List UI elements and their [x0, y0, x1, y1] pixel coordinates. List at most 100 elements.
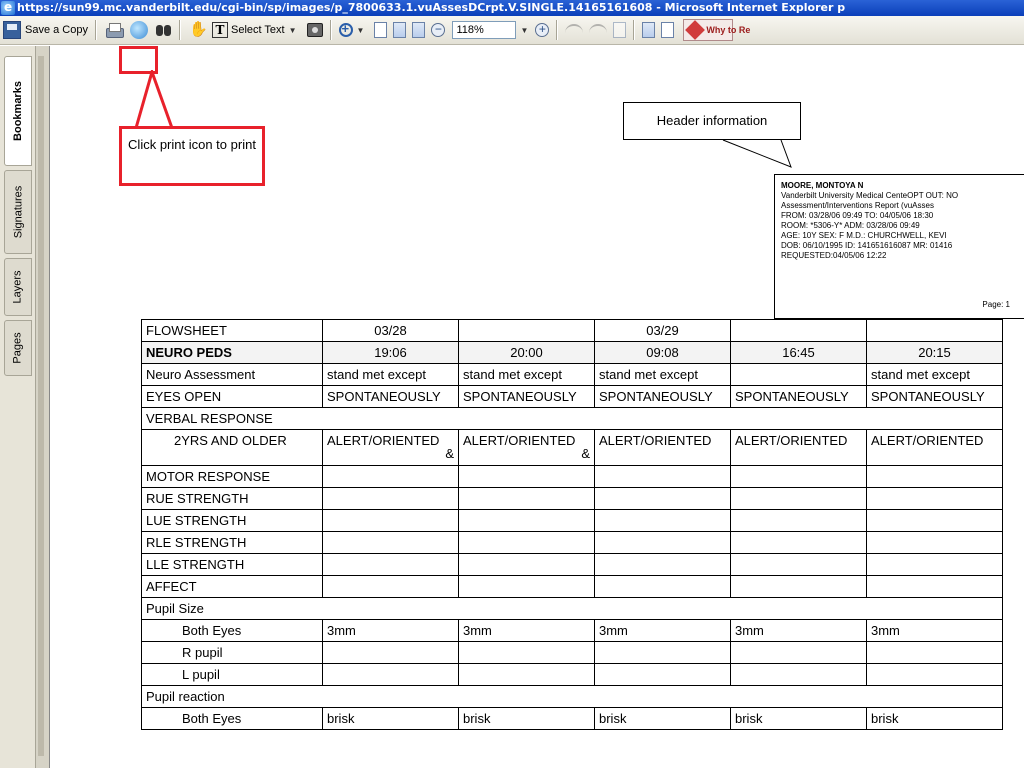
- tab-bookmarks[interactable]: Bookmarks: [4, 56, 32, 166]
- hand-tool-button[interactable]: [185, 19, 209, 41]
- tab-layers[interactable]: Layers: [4, 258, 32, 316]
- dropdown-arrow-icon[interactable]: ▼: [289, 26, 297, 35]
- page-icon: [374, 22, 388, 38]
- table-cell: SPONTANEOUSLY: [458, 385, 595, 408]
- table-cell: 3mm: [594, 619, 731, 642]
- table-cell: [866, 487, 1003, 510]
- dropdown-arrow-icon[interactable]: ▼: [357, 26, 365, 35]
- tab-bookmarks-label: Bookmarks: [12, 81, 25, 141]
- date-cell: [458, 319, 595, 342]
- table-cell: ALERT/ORIENTED: [866, 429, 1003, 466]
- table-cell: stand met except: [866, 363, 1003, 386]
- zoom-plus-button[interactable]: +: [532, 19, 552, 41]
- zoom-dropdown-arrow-icon[interactable]: ▼: [520, 26, 528, 35]
- pages-icon: [642, 22, 656, 38]
- row-label: RLE STRENGTH: [141, 531, 323, 554]
- table-cell: stand met except: [322, 363, 459, 386]
- table-row: Both Eyes 3mm 3mm 3mm 3mm 3mm: [141, 619, 1003, 642]
- tab-signatures[interactable]: Signatures: [4, 170, 32, 254]
- time-cell: 19:06: [322, 341, 459, 364]
- row-label: R pupil: [141, 641, 323, 664]
- date-cell: [866, 319, 1003, 342]
- date-cell: 03/28: [322, 319, 459, 342]
- table-cell: SPONTANEOUSLY: [730, 385, 867, 408]
- select-text-label: Select Text: [230, 24, 285, 36]
- clipboard-button[interactable]: [610, 19, 629, 41]
- table-row: Pupil Size: [141, 597, 1003, 620]
- page-number: Page: 1: [982, 300, 1010, 309]
- table-cell: [730, 363, 867, 386]
- zoom-in-button[interactable]: ▼: [336, 19, 372, 41]
- table-cell: [322, 531, 459, 554]
- rotate-left-button[interactable]: [562, 19, 586, 41]
- cell-value: SPONTANEOUSLY: [327, 389, 441, 404]
- binoculars-icon: [154, 21, 172, 39]
- rotate-view-button[interactable]: [658, 19, 677, 41]
- row-label: AFFECT: [141, 575, 323, 598]
- table-cell: 3mm: [866, 619, 1003, 642]
- toolbar-separator: [329, 20, 332, 40]
- camera-icon: [306, 23, 323, 37]
- table-cell: [866, 575, 1003, 598]
- cell-value: 3mm: [327, 623, 356, 638]
- pages-view-button[interactable]: [639, 19, 658, 41]
- toolbar-separator: [94, 20, 97, 40]
- cell-value: brisk: [871, 711, 899, 726]
- rotate-right-icon: [589, 24, 608, 36]
- table-cell: [322, 465, 459, 488]
- table-cell: [458, 641, 595, 664]
- table-cell: [322, 641, 459, 664]
- snapshot-button[interactable]: [304, 19, 326, 41]
- cell-continuation: &: [581, 446, 590, 461]
- panel-splitter[interactable]: [36, 46, 50, 768]
- save-copy-button[interactable]: Save a Copy: [0, 19, 91, 41]
- row-label: EYES OPEN: [141, 385, 323, 408]
- row-label: VERBAL RESPONSE: [141, 407, 1003, 430]
- table-cell: 3mm: [730, 619, 867, 642]
- splitter-grip[interactable]: [38, 56, 44, 756]
- patient-line-3: FROM: 03/28/06 09:49 TO: 04/05/06 18:30: [781, 211, 934, 220]
- email-button[interactable]: [127, 19, 151, 41]
- search-button[interactable]: [151, 19, 175, 41]
- time-cell: 20:15: [866, 341, 1003, 364]
- print-button[interactable]: [101, 19, 127, 41]
- table-cell: [322, 663, 459, 686]
- fit-width-button[interactable]: [409, 19, 428, 41]
- rotate-right-button[interactable]: [586, 19, 610, 41]
- table-cell: [866, 531, 1003, 554]
- table-cell: [594, 465, 731, 488]
- table-cell: [730, 531, 867, 554]
- table-cell: [594, 641, 731, 664]
- zoom-out-button[interactable]: −: [428, 19, 448, 41]
- cell-value: stand met except: [599, 367, 698, 382]
- zoom-level-field[interactable]: 118%: [452, 21, 517, 39]
- rotate-left-icon: [565, 24, 584, 36]
- actual-size-button[interactable]: [371, 19, 390, 41]
- cell-value: ALERT/ORIENTED: [871, 433, 984, 448]
- cell-value: SPONTANEOUSLY: [599, 389, 713, 404]
- select-text-button[interactable]: T Select Text ▼: [209, 19, 304, 41]
- table-cell: [594, 509, 731, 532]
- time-cell: 20:00: [458, 341, 595, 364]
- patient-line-6: DOB: 06/10/1995 ID: 141651616087 MR: 014…: [781, 241, 953, 250]
- table-cell: [594, 575, 731, 598]
- table-cell: [730, 641, 867, 664]
- printer-icon: [104, 21, 124, 39]
- patient-line-2: Assessment/Interventions Report (vuAsses: [781, 201, 934, 210]
- tab-pages[interactable]: Pages: [4, 320, 32, 376]
- callout-pointer: [722, 139, 792, 168]
- table-row: Neuro Assessment stand met except stand me…: [141, 363, 1003, 386]
- cell-value: 3mm: [463, 623, 492, 638]
- table-row: MOTOR RESPONSE: [141, 465, 1003, 488]
- why-register-button[interactable]: Why to Re: [683, 19, 750, 41]
- cell-value: ALERT/ORIENTED: [327, 433, 440, 448]
- cell-value: ALERT/ORIENTED: [463, 433, 576, 448]
- table-cell: ALERT/ORIENTED: [594, 429, 731, 466]
- table-cell: brisk: [594, 707, 731, 730]
- table-cell: SPONTANEOUSLY: [866, 385, 1003, 408]
- table-cell: [322, 487, 459, 510]
- flowsheet-table: FLOWSHEET 03/28 03/29 NEURO PEDS 19:06 2…: [141, 319, 1003, 730]
- table-cell: [322, 575, 459, 598]
- save-copy-label: Save a Copy: [25, 24, 88, 36]
- fit-page-button[interactable]: [390, 19, 409, 41]
